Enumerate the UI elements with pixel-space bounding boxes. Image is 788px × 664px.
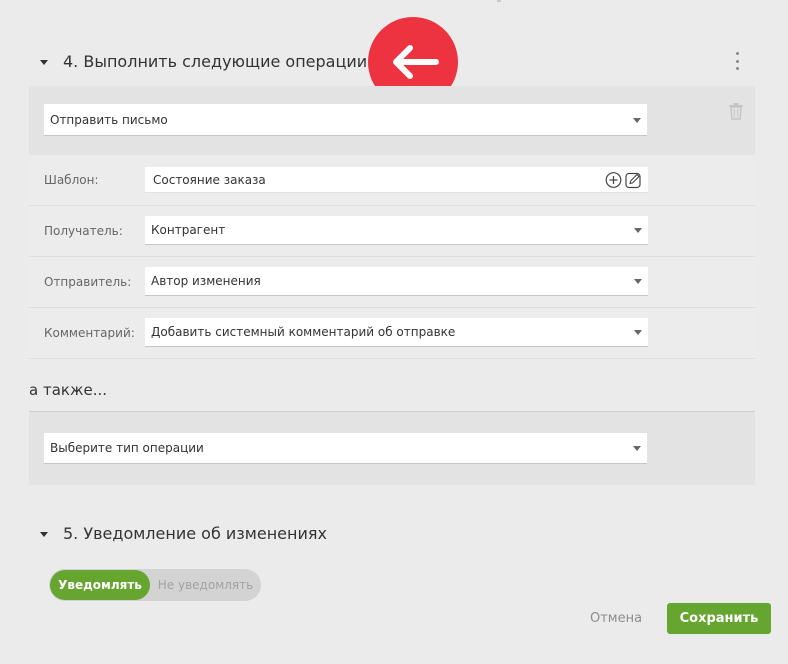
operation-type-select[interactable]: Выберите тип операции xyxy=(44,433,647,464)
cancel-button[interactable]: Отмена xyxy=(590,611,642,626)
plus-circle-icon[interactable] xyxy=(605,171,622,188)
recipient-select[interactable]: Контрагент xyxy=(145,216,648,245)
chevron-down-icon xyxy=(634,228,642,233)
notify-toggle[interactable]: Уведомлять Не уведомлять xyxy=(49,569,261,601)
section-4-header[interactable]: 4. Выполнить следующие операции xyxy=(40,46,367,76)
operation-type-placeholder: Выберите тип операции xyxy=(50,441,204,455)
operation-select[interactable]: Отправить письмо xyxy=(44,104,647,136)
param-row-sender: Отправитель: Автор изменения xyxy=(29,257,755,308)
chevron-down-icon xyxy=(633,117,641,123)
operation-block: Отправить письмо xyxy=(29,86,755,155)
next-operation-block: Выберите тип операции xyxy=(29,412,755,485)
param-label-sender: Отправитель: xyxy=(44,275,132,289)
comment-value: Добавить системный комментарий об отправ… xyxy=(151,325,456,339)
sender-select[interactable]: Автор изменения xyxy=(145,267,648,296)
edit-icon[interactable] xyxy=(625,171,642,188)
caret-down-icon xyxy=(40,531,48,537)
section-4-title: 4. Выполнить следующие операции xyxy=(63,51,368,71)
sender-value: Автор изменения xyxy=(151,274,261,288)
no-notify-option[interactable]: Не уведомлять xyxy=(150,569,261,601)
section-5-title: 5. Уведомление об изменениях xyxy=(63,523,327,543)
param-label-recipient: Получатель: xyxy=(44,224,123,238)
param-label-comment: Комментарий: xyxy=(44,326,135,340)
chevron-down-icon xyxy=(633,446,641,451)
template-field[interactable]: Состояние заказа xyxy=(145,167,648,193)
trash-icon[interactable] xyxy=(728,102,744,120)
param-label-template: Шаблон: xyxy=(44,173,99,187)
operation-select-value: Отправить письмо xyxy=(50,112,168,127)
comment-select[interactable]: Добавить системный комментарий об отправ… xyxy=(145,318,648,347)
section-5-header[interactable]: 5. Уведомление об изменениях xyxy=(40,518,327,548)
arrow-left-icon xyxy=(393,45,439,79)
recipient-value: Контрагент xyxy=(151,223,226,237)
param-row-comment: Комментарий: Добавить системный коммента… xyxy=(29,308,755,359)
chevron-down-icon xyxy=(634,279,642,284)
save-button[interactable]: Сохранить xyxy=(667,603,771,634)
template-value: Состояние заказа xyxy=(153,172,266,187)
chevron-down-icon xyxy=(634,330,642,335)
caret-down-icon xyxy=(40,59,48,65)
notify-option[interactable]: Уведомлять xyxy=(50,570,150,600)
top-edge-mark xyxy=(497,0,501,2)
kebab-menu-icon[interactable] xyxy=(733,52,741,70)
also-label: а также... xyxy=(29,381,107,399)
param-row-template: Шаблон: Состояние заказа xyxy=(29,155,755,206)
param-row-recipient: Получатель: Контрагент xyxy=(29,206,755,257)
